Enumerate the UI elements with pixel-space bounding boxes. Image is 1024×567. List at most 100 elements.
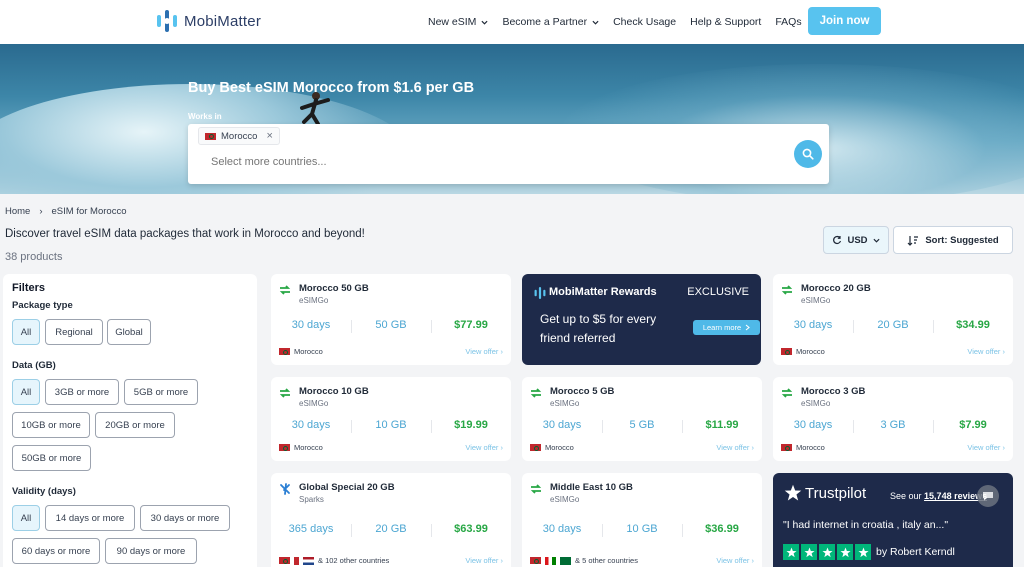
product-card[interactable]: Morocco 50 GB eSIMGo 30 days 50 GB $77.9… [271,274,511,365]
product-card[interactable]: Global Special 20 GB Sparks 365 days 20 … [271,473,511,567]
nav-check-usage[interactable]: Check Usage [613,16,676,28]
product-name: Global Special 20 GB [299,482,395,493]
esimgo-logo-icon [781,285,793,295]
chevron-down-icon [592,20,599,25]
brand-logo[interactable]: MobiMatter [156,9,261,33]
hero-banner: Buy Best eSIM Morocco from $1.6 per GB W… [0,44,1024,194]
country-search-input[interactable] [211,156,771,168]
currency-selector[interactable]: USD [823,226,889,254]
filter-package-regional[interactable]: Regional [45,319,103,345]
rewards-title: MobiMatter Rewards [549,286,657,298]
trustpilot-brand: Trustpilot [805,484,867,502]
filter-validity-30[interactable]: 30 days or more [140,505,230,531]
view-offer-link[interactable]: View offer › [465,347,503,356]
filter-package-all[interactable]: All [12,319,40,345]
intro-text: Discover travel eSIM data packages that … [5,228,365,240]
product-provider: eSIMGo [550,495,580,504]
filter-data-3gb[interactable]: 3GB or more [45,379,119,405]
nav-become-partner[interactable]: Become a Partner [502,16,599,28]
product-price: $7.99 [933,419,1013,433]
breadcrumb-current[interactable]: eSIM for Morocco [52,206,127,217]
view-offer-link[interactable]: View offer › [967,443,1005,452]
product-validity: 30 days [291,419,331,431]
oman-flag-icon [545,556,556,565]
product-data: 50 GB [351,319,431,333]
morocco-flag-icon [530,557,541,564]
chat-widget-button[interactable] [977,485,999,507]
product-validity: 365 days [288,523,334,535]
product-countries: Morocco [545,443,574,452]
filter-data-5gb[interactable]: 5GB or more [124,379,198,405]
currency-refresh-icon [833,235,842,245]
nav-label: FAQs [775,16,802,28]
chat-icon [983,492,993,501]
nepal-flag-icon [294,556,299,565]
sort-button[interactable]: Sort: Suggested [893,226,1013,254]
product-validity: 30 days [542,523,582,535]
hero-title: Buy Best eSIM Morocco from $1.6 per GB [188,80,475,96]
filter-validity-90[interactable]: 90 days or more [105,538,197,564]
remove-chip-icon[interactable]: × [266,130,272,142]
sort-label: Sort: Suggested [925,234,999,246]
search-button[interactable] [794,140,822,168]
filter-validity-label: Validity (days) [12,486,76,497]
learn-more-button[interactable]: Learn more [693,320,760,335]
nav-new-esim[interactable]: New eSIM [428,16,488,28]
view-offer-link[interactable]: View offer › [716,443,754,452]
morocco-flag-icon [279,348,290,355]
product-countries: Morocco [796,443,825,452]
see-our-prefix: See our [890,491,922,501]
product-card[interactable]: Morocco 20 GB eSIMGo 30 days 20 GB $34.9… [773,274,1013,365]
product-card[interactable]: Morocco 3 GB eSIMGo 30 days 3 GB $7.99 M… [773,377,1013,461]
join-now-button[interactable]: Join now [808,7,881,35]
product-data: 3 GB [853,419,933,433]
country-search-box: Morocco × [188,124,829,184]
filter-validity-14[interactable]: 14 days or more [45,505,135,531]
filter-data-all[interactable]: All [12,379,40,405]
nav-label: Check Usage [613,16,677,28]
esimgo-logo-icon [530,484,542,494]
star-icon [837,544,853,560]
view-offer-link[interactable]: View offer › [716,556,754,565]
top-navbar: MobiMatter New eSIM Become a Partner Che… [0,0,1024,44]
breadcrumb-home[interactable]: Home [5,206,30,217]
filter-data-20gb[interactable]: 20GB or more [95,412,175,438]
product-provider: eSIMGo [550,399,580,408]
country-chip-morocco[interactable]: Morocco × [198,127,280,145]
product-countries: Morocco [294,443,323,452]
product-countries: & 102 other countries [318,556,390,565]
saudi-flag-icon [560,556,571,565]
morocco-flag-icon [530,444,541,451]
filter-data-50gb[interactable]: 50GB or more [12,445,91,471]
product-price: $77.99 [431,319,511,333]
works-in-label: Works in [188,112,222,121]
product-data: 10 GB [602,523,682,537]
filter-package-global[interactable]: Global [107,319,151,345]
product-card[interactable]: Morocco 10 GB eSIMGo 30 days 10 GB $19.9… [271,377,511,461]
chevron-down-icon [873,238,880,243]
nav-faqs[interactable]: FAQs [775,16,801,28]
product-price: $34.99 [933,319,1013,333]
reviews-link-text: See our 15,748 reviews [890,491,987,501]
filter-validity-all[interactable]: All [12,505,40,531]
nav-help-support[interactable]: Help & Support [690,16,761,28]
view-offer-link[interactable]: View offer › [465,443,503,452]
product-card[interactable]: Morocco 5 GB eSIMGo 30 days 5 GB $11.99 … [522,377,762,461]
esimgo-logo-icon [781,388,793,398]
filter-validity-60[interactable]: 60 days or more [12,538,100,564]
rating-stars [783,544,871,560]
filter-data-10gb[interactable]: 10GB or more [12,412,90,438]
product-provider: eSIMGo [801,399,831,408]
product-data: 20 GB [853,319,933,333]
morocco-flag-icon [781,348,792,355]
rewards-card[interactable]: MobiMatter Rewards EXCLUSIVE Get up to $… [522,274,761,365]
product-card[interactable]: Middle East 10 GB eSIMGo 30 days 10 GB $… [522,473,762,567]
view-offer-link[interactable]: View offer › [967,347,1005,356]
product-countries: & 5 other countries [575,556,638,565]
morocco-flag-icon [781,444,792,451]
product-data: 20 GB [351,523,431,537]
star-icon [783,544,799,560]
view-offer-link[interactable]: View offer › [465,556,503,565]
product-provider: eSIMGo [299,399,329,408]
product-validity: 30 days [542,419,582,431]
